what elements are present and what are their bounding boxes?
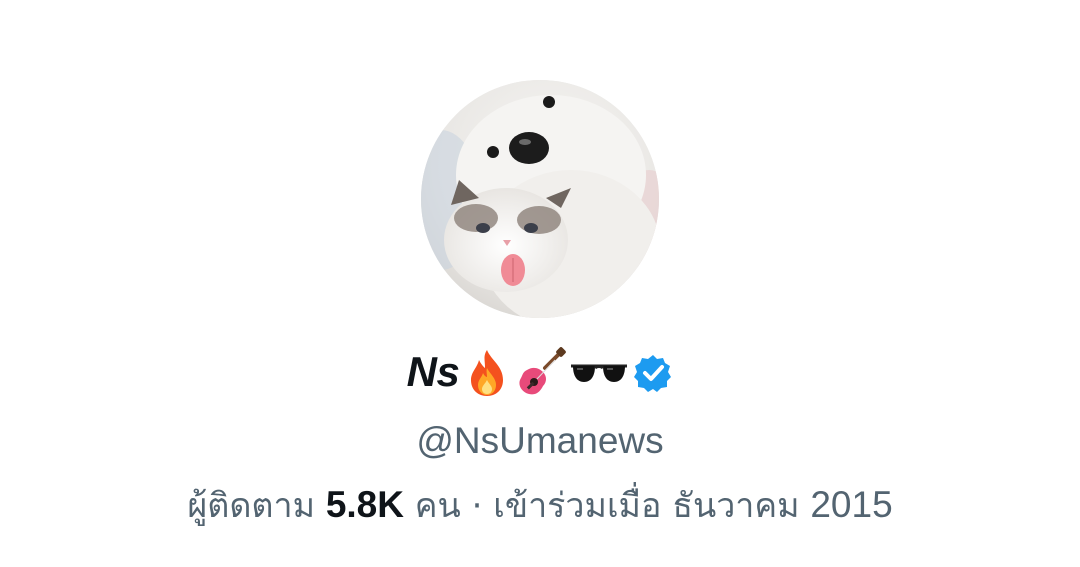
followers-count[interactable]: 5.8K xyxy=(326,484,404,525)
profile-handle[interactable]: @NsUmanews xyxy=(0,418,1080,464)
sunglasses-emoji-icon xyxy=(569,346,629,398)
verified-badge-icon[interactable] xyxy=(633,353,673,393)
joined-year: 2015 xyxy=(810,484,893,525)
avatar-photo xyxy=(421,80,659,318)
followers-label: ผู้ติดตาม xyxy=(187,486,315,526)
profile-card: Ns @NsUmanews ผู้ติดตาม 5.8K คน · เข้าร่… xyxy=(0,0,1080,567)
joined-label: เข้าร่วมเมื่อ ธันวาคม xyxy=(493,486,800,526)
display-name-row: Ns xyxy=(0,340,1080,404)
meta-separator: · xyxy=(471,486,483,526)
avatar[interactable] xyxy=(421,80,659,318)
followers-unit: คน xyxy=(414,486,461,526)
profile-meta: ผู้ติดตาม 5.8K คน · เข้าร่วมเมื่อ ธันวาค… xyxy=(0,480,1080,531)
fire-emoji-icon xyxy=(461,346,513,398)
guitar-emoji-icon xyxy=(515,346,567,398)
display-name: Ns xyxy=(406,348,460,395)
